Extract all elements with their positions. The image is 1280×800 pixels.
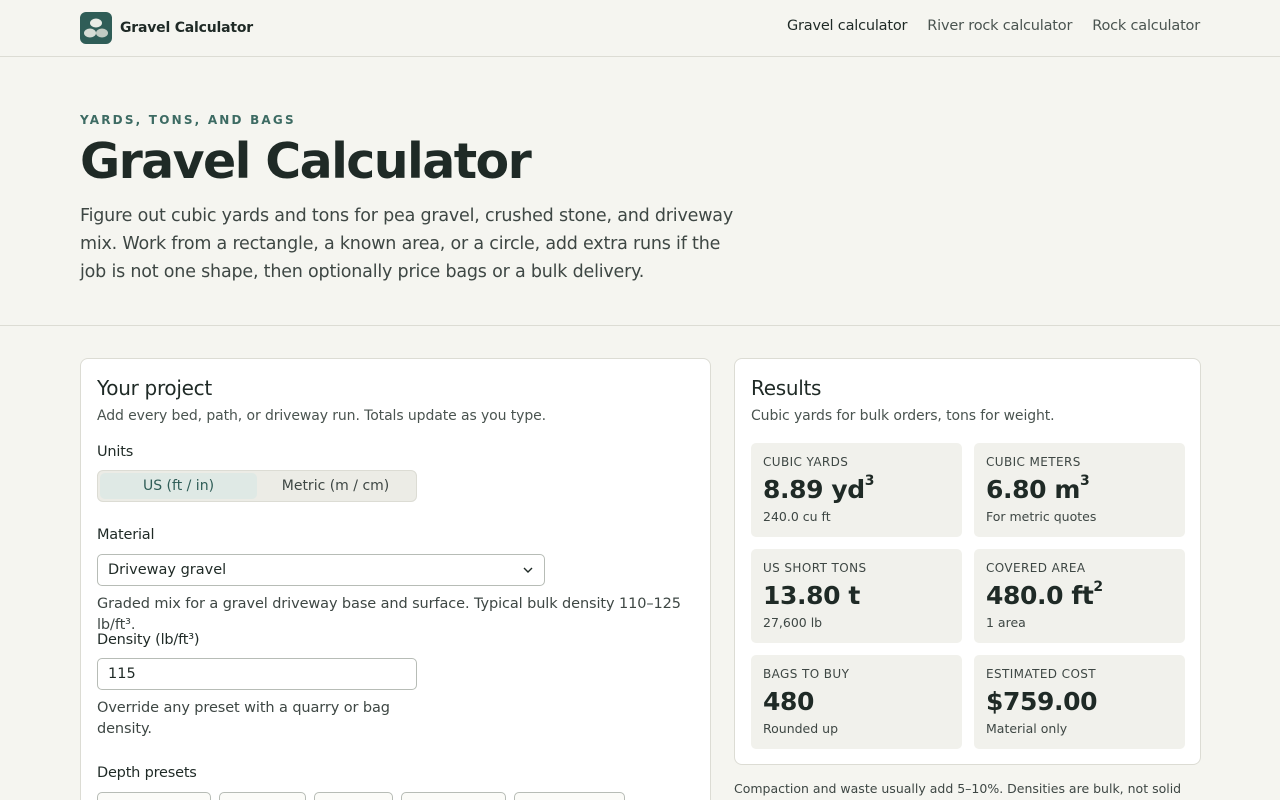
stat-value: 13.80 t: [763, 581, 860, 610]
depth-presets: [97, 792, 625, 800]
stat-label: CUBIC METERS: [986, 455, 1081, 469]
gravel-stones-logo-icon: [80, 12, 112, 44]
chevron-down-icon: [522, 564, 534, 580]
depth-preset-button[interactable]: [401, 792, 506, 800]
project-card: Your project Add every bed, path, or dri…: [80, 358, 711, 800]
results-title: Results: [751, 376, 822, 400]
depth-preset-button[interactable]: [219, 792, 306, 800]
stat-value: 8.89 yd3: [763, 472, 875, 504]
stat-estimated-cost: ESTIMATED COST $759.00 Material only: [974, 655, 1185, 749]
brand-name: Gravel Calculator: [120, 20, 253, 36]
stat-note: For metric quotes: [986, 509, 1097, 524]
depth-preset-button[interactable]: [314, 792, 393, 800]
stat-value: 480: [763, 687, 814, 716]
material-label: Material: [97, 527, 155, 543]
material-select[interactable]: Driveway gravel: [97, 554, 545, 586]
results-subtitle: Cubic yards for bulk orders, tons for we…: [751, 408, 1055, 424]
results-footnote: Compaction and waste usually add 5–10%. …: [734, 781, 1182, 800]
main-nav: Gravel calculator River rock calculator …: [787, 18, 1200, 34]
depth-preset-button[interactable]: [514, 792, 625, 800]
project-subtitle: Add every bed, path, or driveway run. To…: [97, 408, 546, 424]
stat-label: CUBIC YARDS: [763, 455, 849, 469]
units-us-button[interactable]: US (ft / in): [100, 473, 257, 499]
units-metric-button[interactable]: Metric (m / cm): [257, 473, 414, 499]
hero-section: YARDS, TONS, AND BAGS Gravel Calculator …: [0, 57, 1280, 326]
stat-note: Rounded up: [763, 721, 839, 736]
stat-label: COVERED AREA: [986, 561, 1086, 575]
stat-label: ESTIMATED COST: [986, 667, 1097, 681]
material-selected-value: Driveway gravel: [108, 562, 227, 578]
stat-value: $759.00: [986, 687, 1098, 716]
stat-label: BAGS TO BUY: [763, 667, 850, 681]
density-hint: Override any preset with a quarry or bag…: [97, 700, 390, 737]
stat-short-tons: US SHORT TONS 13.80 t 27,600 lb: [751, 549, 962, 643]
units-label: Units: [97, 444, 134, 460]
results-card: Results Cubic yards for bulk orders, ton…: [734, 358, 1201, 765]
hero-description: Figure out cubic yards and tons for pea …: [80, 206, 733, 282]
stat-note: 240.0 cu ft: [763, 509, 831, 524]
stat-value: 480.0 ft2: [986, 578, 1103, 610]
material-hint: Graded mix for a gravel driveway base an…: [97, 596, 681, 633]
density-label: Density (lb/ft³): [97, 632, 200, 648]
stat-note: 1 area: [986, 615, 1026, 630]
depth-presets-label: Depth presets: [97, 765, 197, 781]
project-title: Your project: [97, 376, 212, 400]
top-navigation-bar: Gravel Calculator Gravel calculator Rive…: [0, 0, 1280, 57]
nav-river-rock-calculator[interactable]: River rock calculator: [927, 18, 1072, 34]
stat-cubic-meters: CUBIC METERS 6.80 m3 For metric quotes: [974, 443, 1185, 537]
stat-note: 27,600 lb: [763, 615, 823, 630]
stat-covered-area: COVERED AREA 480.0 ft2 1 area: [974, 549, 1185, 643]
stat-cubic-yards: CUBIC YARDS 8.89 yd3 240.0 cu ft: [751, 443, 962, 537]
stat-label: US SHORT TONS: [763, 561, 867, 575]
stat-value: 6.80 m3: [986, 472, 1090, 504]
depth-preset-button[interactable]: [97, 792, 211, 800]
nav-gravel-calculator[interactable]: Gravel calculator: [787, 18, 908, 34]
stat-bags-to-buy: BAGS TO BUY 480 Rounded up: [751, 655, 962, 749]
page-title: Gravel Calculator: [80, 133, 532, 190]
brand-link[interactable]: Gravel Calculator: [80, 12, 253, 44]
nav-rock-calculator[interactable]: Rock calculator: [1092, 18, 1200, 34]
density-input[interactable]: 115: [97, 658, 417, 690]
hero-eyebrow: YARDS, TONS, AND BAGS: [80, 113, 296, 127]
stat-note: Material only: [986, 721, 1068, 736]
units-toggle: US (ft / in) Metric (m / cm): [97, 470, 417, 502]
